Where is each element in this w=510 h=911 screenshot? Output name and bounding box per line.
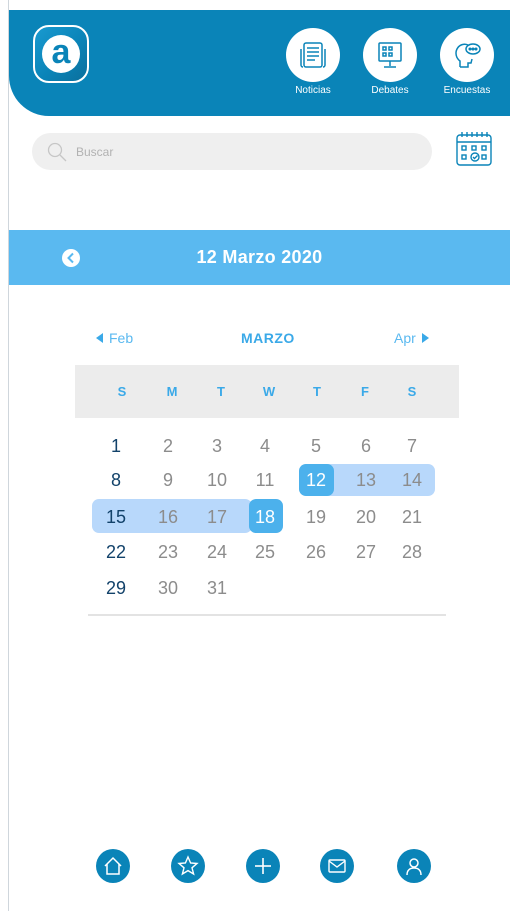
calendar-day[interactable]: 25: [245, 538, 285, 566]
calendar-day[interactable]: 12: [296, 466, 336, 494]
calendar-day[interactable]: 13: [346, 466, 386, 494]
triangle-right-icon: [421, 333, 429, 343]
app-logo[interactable]: a: [33, 25, 89, 83]
calendar-day[interactable]: 2: [148, 432, 188, 460]
next-month-label: Apr: [394, 330, 416, 346]
weekday-label: S: [407, 384, 417, 399]
weekday-label: T: [313, 384, 321, 399]
profile-icon[interactable]: [397, 849, 431, 883]
calendar-divider: [88, 614, 446, 616]
prev-month-button[interactable]: Feb: [96, 328, 133, 348]
weekday-label: S: [117, 384, 127, 399]
calendar-day[interactable]: 30: [148, 574, 188, 602]
app-header: a Noticias Debates Encuestas: [9, 10, 510, 116]
next-month-button[interactable]: Apr: [394, 328, 429, 348]
nav-label-noticias: Noticias: [295, 85, 331, 96]
calendar-day[interactable]: 29: [96, 574, 136, 602]
home-icon[interactable]: [96, 849, 130, 883]
calendar-day[interactable]: 15: [96, 503, 136, 531]
plus-icon[interactable]: [246, 849, 280, 883]
nav-label-encuestas: Encuestas: [443, 85, 491, 96]
current-month-title: MARZO: [241, 330, 295, 346]
nav-noticias[interactable]: Noticias: [283, 28, 343, 96]
newspaper-icon: [286, 28, 340, 82]
calendar-day[interactable]: 4: [245, 432, 285, 460]
date-banner: 12 Marzo 2020: [9, 230, 510, 285]
calendar-day[interactable]: 21: [392, 503, 432, 531]
triangle-left-icon: [96, 333, 103, 343]
calendar-day[interactable]: 28: [392, 538, 432, 566]
nav-debates[interactable]: Debates: [360, 28, 420, 96]
calendar-day[interactable]: 1: [96, 432, 136, 460]
calendar-day[interactable]: 17: [197, 503, 237, 531]
calendar-day[interactable]: 5: [296, 432, 336, 460]
logo-letter: a: [51, 33, 71, 71]
calendar-day[interactable]: 6: [346, 432, 386, 460]
calendar-day[interactable]: 10: [197, 466, 237, 494]
calendar-day[interactable]: 26: [296, 538, 336, 566]
frame-border: [8, 0, 9, 911]
weekday-label: M: [166, 384, 178, 399]
mail-icon[interactable]: [320, 849, 354, 883]
calendar-day[interactable]: 9: [148, 466, 188, 494]
weekday-label: W: [262, 384, 276, 399]
calendar-day[interactable]: 31: [197, 574, 237, 602]
calendar-day[interactable]: 22: [96, 538, 136, 566]
presentation-board-icon: [363, 28, 417, 82]
calendar-day[interactable]: 24: [197, 538, 237, 566]
selected-date-title: 12 Marzo 2020: [196, 247, 323, 267]
search-icon: [47, 142, 67, 161]
calendar-icon[interactable]: [455, 131, 493, 167]
logo-mark: a: [42, 35, 80, 73]
calendar-day[interactable]: 14: [392, 466, 432, 494]
calendar-day[interactable]: 16: [148, 503, 188, 531]
nav-encuestas[interactable]: Encuestas: [437, 28, 497, 96]
weekday-label: F: [361, 384, 369, 399]
weekday-header: S M T W T F S: [75, 365, 459, 418]
prev-month-label: Feb: [109, 330, 134, 346]
calendar-day[interactable]: 7: [392, 432, 432, 460]
weekday-label: T: [217, 384, 225, 399]
calendar-day[interactable]: 23: [148, 538, 188, 566]
calendar-day[interactable]: 19: [296, 503, 336, 531]
thinking-head-icon: [440, 28, 494, 82]
search-placeholder: Buscar: [76, 144, 114, 159]
calendar-day[interactable]: 27: [346, 538, 386, 566]
calendar-day[interactable]: 11: [245, 466, 285, 494]
calendar-day[interactable]: 8: [96, 466, 136, 494]
calendar-day[interactable]: 3: [197, 432, 237, 460]
search-input[interactable]: Buscar: [32, 133, 432, 170]
calendar-day[interactable]: 20: [346, 503, 386, 531]
nav-label-debates: Debates: [371, 85, 409, 96]
star-icon[interactable]: [171, 849, 205, 883]
calendar-day[interactable]: 18: [245, 503, 285, 531]
